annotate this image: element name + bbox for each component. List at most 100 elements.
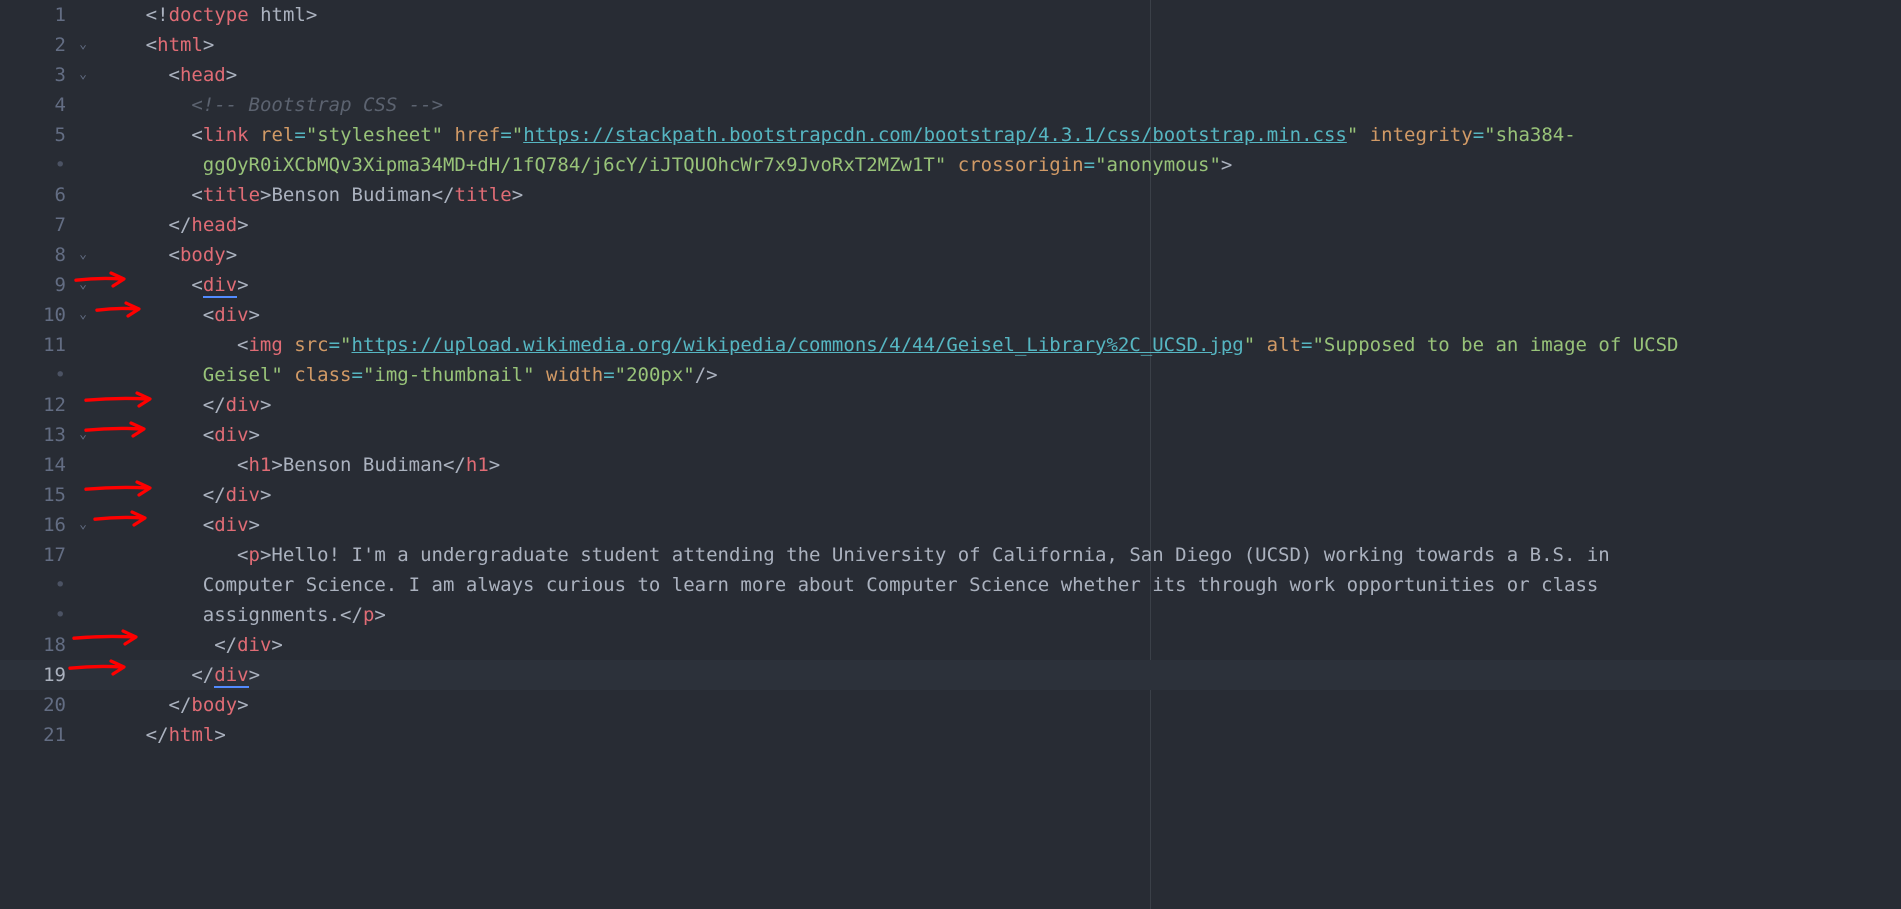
- code-token: >: [248, 304, 260, 326]
- fold-chevron-icon[interactable]: ⌄: [70, 300, 96, 330]
- code-token: >: [260, 184, 272, 206]
- line-content[interactable]: <link rel="stylesheet" href="https://sta…: [96, 120, 1901, 150]
- code-line[interactable]: • Computer Science. I am always curious t…: [0, 570, 1901, 600]
- line-content[interactable]: <p>Hello! I'm a undergraduate student at…: [96, 540, 1901, 570]
- code-token: div: [214, 664, 249, 688]
- code-line[interactable]: 3 ⌄ <head>: [0, 60, 1901, 90]
- code-token: ": [1346, 124, 1359, 146]
- line-content[interactable]: </div>: [96, 390, 1901, 420]
- code-token: <: [191, 124, 203, 146]
- code-line[interactable]: 20 </body>: [0, 690, 1901, 720]
- line-content[interactable]: Computer Science. I am always curious to…: [96, 570, 1901, 600]
- code-token: https://stackpath.bootstrapcdn.com/boots…: [523, 124, 1347, 146]
- code-token: <: [202, 514, 215, 536]
- line-content[interactable]: </body>: [96, 690, 1901, 720]
- code-line[interactable]: 21 </html>: [0, 720, 1901, 750]
- code-token: <!: [145, 4, 169, 26]
- code-token: <: [202, 424, 215, 446]
- line-content[interactable]: <div>: [96, 270, 1901, 300]
- code-token: =: [603, 364, 615, 386]
- line-content[interactable]: </div>: [96, 660, 1901, 690]
- code-token: p: [248, 544, 260, 566]
- line-content[interactable]: assignments.</p>: [96, 600, 1901, 630]
- code-line[interactable]: 17 <p>Hello! I'm a undergraduate student …: [0, 540, 1901, 570]
- code-line[interactable]: 19 </div>: [0, 660, 1901, 690]
- code-line[interactable]: 15 </div>: [0, 480, 1901, 510]
- code-line[interactable]: 1 <!doctype html>: [0, 0, 1901, 30]
- line-content[interactable]: <img src="https://upload.wikimedia.org/w…: [96, 330, 1901, 360]
- code-line[interactable]: 14 <h1>Benson Budiman</h1>: [0, 450, 1901, 480]
- code-token: body: [179, 244, 226, 266]
- line-content[interactable]: <title>Benson Budiman</title>: [96, 180, 1901, 210]
- code-token: title: [454, 184, 512, 206]
- code-line[interactable]: 12 </div>: [0, 390, 1901, 420]
- line-content[interactable]: </div>: [96, 480, 1901, 510]
- fold-chevron-icon[interactable]: ⌄: [70, 510, 96, 540]
- line-content[interactable]: <html>: [96, 30, 1901, 60]
- code-token: src: [294, 334, 329, 356]
- fold-chevron-icon[interactable]: ⌄: [70, 60, 96, 90]
- code-line[interactable]: 10 ⌄ <div>: [0, 300, 1901, 330]
- fold-chevron-icon[interactable]: ⌄: [70, 240, 96, 270]
- code-token: h1: [248, 454, 272, 476]
- code-token: div: [214, 514, 249, 536]
- code-editor[interactable]: 1 <!doctype html> 2 ⌄ <html> 3 ⌄ <head> 4 <!-- Bo…: [0, 0, 1901, 909]
- code-token: div: [214, 304, 249, 326]
- code-token: rel: [260, 124, 295, 146]
- code-token: "200px": [614, 364, 695, 386]
- fold-chevron-icon[interactable]: ⌄: [70, 30, 96, 60]
- code-line[interactable]: 18 </div>: [0, 630, 1901, 660]
- line-content[interactable]: <!doctype html>: [96, 0, 1901, 30]
- code-line[interactable]: • assignments.</p>: [0, 600, 1901, 630]
- code-lines-container[interactable]: 1 <!doctype html> 2 ⌄ <html> 3 ⌄ <head> 4 <!-- Bo…: [0, 0, 1901, 750]
- code-token: <: [191, 184, 203, 206]
- code-line[interactable]: • Geisel" class="img-thumbnail" width="20…: [0, 360, 1901, 390]
- line-content[interactable]: <body>: [96, 240, 1901, 270]
- code-line[interactable]: 6 <title>Benson Budiman</title>: [0, 180, 1901, 210]
- line-content[interactable]: ggOyR0iXCbMQv3Xipma34MD+dH/1fQ784/j6cY/i…: [96, 150, 1901, 180]
- line-content[interactable]: <h1>Benson Budiman</h1>: [96, 450, 1901, 480]
- code-token: img: [248, 334, 283, 356]
- code-token: html: [168, 724, 215, 746]
- code-line[interactable]: 11 <img src="https://upload.wikimedia.org…: [0, 330, 1901, 360]
- code-token: <: [191, 274, 203, 296]
- line-content[interactable]: <head>: [96, 60, 1901, 90]
- line-content[interactable]: <div>: [96, 420, 1901, 450]
- code-line[interactable]: • ggOyR0iXCbMQv3Xipma34MD+dH/1fQ784/j6cY/…: [0, 150, 1901, 180]
- line-content[interactable]: Geisel" class="img-thumbnail" width="200…: [96, 360, 1901, 390]
- line-content[interactable]: </head>: [96, 210, 1901, 240]
- code-token: />: [694, 364, 718, 386]
- line-content[interactable]: </html>: [96, 720, 1901, 750]
- code-line[interactable]: 9 ⌄ <div>: [0, 270, 1901, 300]
- code-token: </: [202, 484, 226, 506]
- code-line[interactable]: 2 ⌄ <html>: [0, 30, 1901, 60]
- code-token: head: [191, 214, 238, 236]
- code-token: "stylesheet": [305, 124, 444, 146]
- line-content[interactable]: <!-- Bootstrap CSS -->: [96, 90, 1901, 120]
- line-number: 3: [54, 64, 66, 86]
- code-line[interactable]: 16 ⌄ <div>: [0, 510, 1901, 540]
- line-number: 17: [43, 544, 66, 566]
- code-line[interactable]: 13 ⌄ <div>: [0, 420, 1901, 450]
- code-line[interactable]: 8 ⌄ <body>: [0, 240, 1901, 270]
- line-number: 12: [43, 394, 66, 416]
- code-line[interactable]: 4 <!-- Bootstrap CSS -->: [0, 90, 1901, 120]
- line-content[interactable]: <div>: [96, 510, 1901, 540]
- code-token: div: [214, 424, 249, 446]
- line-content[interactable]: </div>: [96, 630, 1901, 660]
- code-line[interactable]: 7 </head>: [0, 210, 1901, 240]
- code-token: >: [225, 64, 238, 86]
- code-token: link: [202, 124, 249, 146]
- code-token: Benson Budiman: [271, 184, 432, 206]
- code-line[interactable]: 5 <link rel="stylesheet" href="https://st…: [0, 120, 1901, 150]
- fold-chevron-icon[interactable]: ⌄: [70, 420, 96, 450]
- fold-chevron-icon[interactable]: ⌄: [70, 270, 96, 300]
- code-token: div: [225, 394, 260, 416]
- code-token: <!-- Bootstrap CSS -->: [191, 94, 444, 116]
- line-content[interactable]: <div>: [96, 300, 1901, 330]
- code-token: >: [225, 244, 238, 266]
